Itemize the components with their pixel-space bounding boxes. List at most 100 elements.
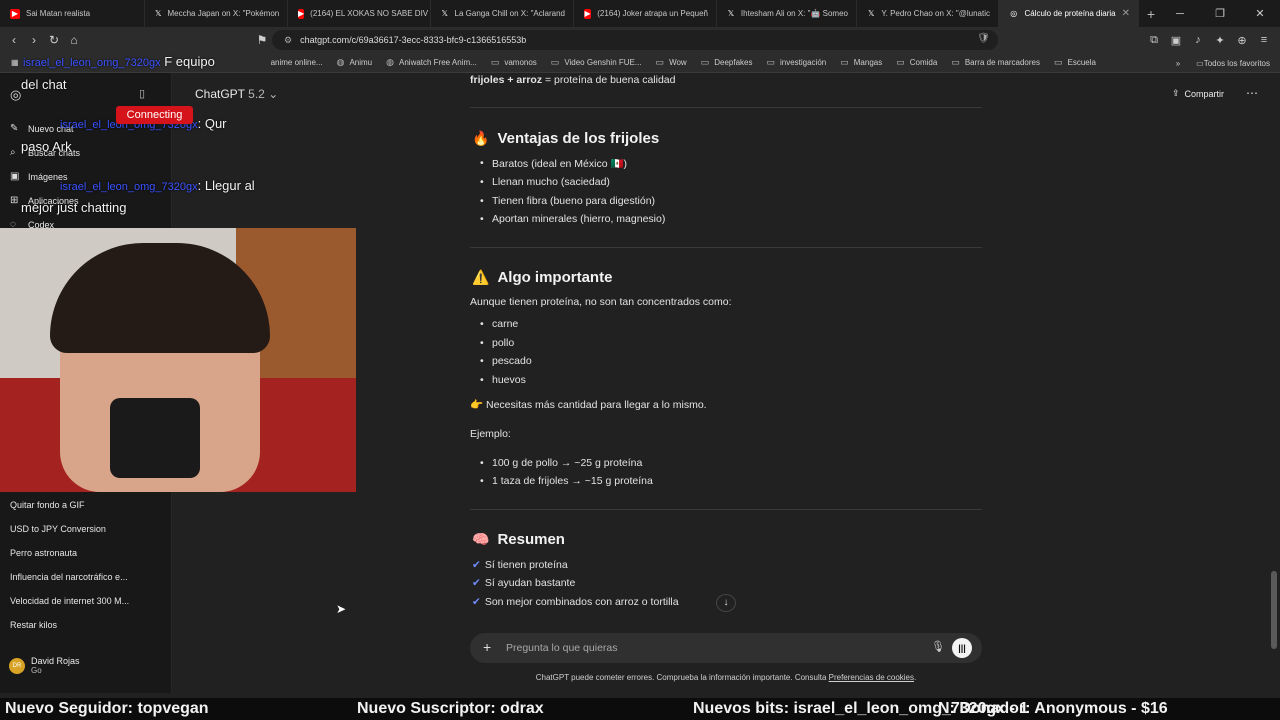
extension-icon[interactable]: ♪ [1188, 34, 1208, 46]
minimize-icon[interactable]: ─ [1160, 8, 1200, 20]
mouse-cursor-icon: ➤ [336, 602, 347, 616]
bookmark-item[interactable]: ▭ Video Genshin FUE... [544, 57, 649, 68]
check-item: ✔ Sí ayudan bastante [472, 577, 576, 589]
bookmark-item[interactable]: ▭ Deepfakes [694, 57, 760, 68]
checkmark-icon: ✔ [472, 577, 481, 589]
connecting-badge: Connecting [116, 106, 193, 124]
bookmark-item[interactable]: ▭ vamonos [484, 57, 544, 68]
model-selector[interactable]: ChatGPT 5.2 ⌄ [195, 87, 278, 101]
bookmark-item[interactable]: ◍ Animu [330, 57, 380, 68]
extensions-area: ⧉ ▣ ♪ ✦ ⊕ ≡ [1144, 27, 1274, 53]
stream-chat-line: mejor just chatting [21, 200, 127, 215]
list-item: pescado [480, 355, 532, 367]
all-bookmarks[interactable]: » ▭ Todos los favoritos [1176, 53, 1270, 73]
divider [470, 247, 982, 248]
voice-mode-button[interactable]: ||| [952, 638, 972, 658]
stream-chat-line: israel_el_leon_omg_7320gx F equipo [23, 54, 215, 69]
more-options-icon[interactable]: ⋯ [1246, 86, 1258, 100]
bookmark-item[interactable]: ▭ Mangas [833, 57, 889, 68]
chat-history-item[interactable]: Restar kilos [10, 620, 57, 630]
scrollbar-thumb[interactable] [1271, 571, 1277, 649]
browser-tab-active[interactable]: ◎ Cálculo de proteína diaria ✕ [999, 0, 1139, 27]
bookmark-item[interactable]: ▭ Escuela [1047, 57, 1103, 68]
scroll-to-bottom-button[interactable]: ↓ [716, 594, 736, 612]
folder-icon: ▭ [840, 57, 849, 67]
checkmark-icon: ✔ [472, 559, 481, 571]
brave-shield-icon[interactable]: 🛡 [977, 33, 990, 44]
chat-history-item[interactable]: Perro astronauta [10, 548, 77, 558]
chat-history-item[interactable]: USD to JPY Conversion [10, 524, 106, 534]
browser-tab[interactable]: ▶ (2164) EL XOKAS NO SABE DIV [288, 0, 431, 27]
window-controls: ─ ❐ ✕ [1160, 0, 1280, 27]
chatgpt-logo-icon[interactable]: ◎ [10, 87, 21, 103]
close-tab-icon[interactable]: ✕ [1122, 8, 1130, 19]
browser-tab[interactable]: ▶ (2164) Joker atrapa un Pequeñ [574, 0, 717, 27]
avatar: DR [9, 657, 25, 674]
message-line: frijoles + arroz = proteína de buena cal… [470, 74, 676, 86]
url-field[interactable]: ⚙ chatgpt.com/c/69a36617-3ecc-8333-bfc9-… [272, 30, 998, 50]
cookie-preferences-link[interactable]: Preferencias de cookies [829, 673, 914, 682]
sidebar-toggle-icon[interactable]: ▯ [139, 87, 145, 100]
back-icon[interactable]: ‹ [4, 33, 24, 47]
extension-icon[interactable]: ⧉ [1144, 34, 1164, 47]
chevron-right-icon: » [1175, 58, 1181, 68]
browser-tab[interactable]: ▶ Sai Matan realista [0, 0, 145, 27]
share-icon: ⇪ [1172, 88, 1180, 98]
prompt-input[interactable]: Pregunta lo que quieras [506, 642, 618, 654]
x-icon: 𝕏 [441, 8, 448, 18]
chevron-down-icon: ⌄ [268, 87, 279, 101]
bookmark-item[interactable]: ▭ Wow [649, 57, 694, 68]
image-icon: ▣ [10, 171, 20, 182]
bookmark-item[interactable]: ◍ Aniwatch Free Anim... [379, 57, 484, 68]
page-scrollbar[interactable] [1270, 73, 1278, 693]
site-info-icon[interactable]: ⚙ [284, 35, 292, 46]
youtube-icon: ▶ [584, 8, 592, 19]
bookmark-page-icon[interactable]: ⚑ [252, 33, 272, 47]
bookmark-item[interactable]: ▭ investigación [759, 57, 833, 68]
folder-icon: ▭ [490, 57, 500, 67]
images-button[interactable]: ▣ Imágenes [10, 171, 68, 182]
extension-icon[interactable]: ▣ [1166, 34, 1186, 47]
disclaimer: ChatGPT puede cometer errores. Comprueba… [535, 673, 917, 682]
folder-icon: ▭ [951, 57, 960, 67]
attach-plus-icon[interactable]: + [483, 639, 491, 655]
extension-icon[interactable]: ⊕ [1232, 34, 1252, 47]
folder-icon: ▭ [700, 57, 710, 67]
globe-icon: ◍ [386, 57, 394, 67]
browser-tab[interactable]: 𝕏 La Ganga Chill on X: "Aclarand [431, 0, 574, 27]
home-icon[interactable]: ⌂ [64, 33, 84, 47]
microphone-icon[interactable]: 🎙 [931, 640, 945, 653]
browser-tab[interactable]: 𝕏 Y. Pedro Chao on X: "@lunatic [857, 0, 999, 27]
list-item: carne [480, 318, 518, 330]
check-item: ✔ Sí tienen proteína [472, 559, 568, 571]
share-button[interactable]: ⇪ Compartir [1172, 88, 1224, 99]
forward-icon[interactable]: › [24, 33, 44, 47]
chat-history-item[interactable]: Influencia del narcotráfico e... [10, 572, 128, 582]
globe-icon: ◍ [336, 57, 345, 67]
browser-tab[interactable]: 𝕏 Meccha Japan on X: "Pokémon [145, 0, 288, 27]
folder-icon: ▭ [896, 57, 905, 67]
prompt-composer: + Pregunta lo que quieras 🎙 ||| [470, 633, 982, 663]
address-bar-row: ‹ › ↻ ⌂ ⚑ ⚙ chatgpt.com/c/69a36617-3ecc-… [0, 27, 1280, 53]
browser-tab-bar: ▶ Sai Matan realista 𝕏 Meccha Japan on X: … [0, 0, 1280, 27]
stream-chat-line: del chat [21, 77, 67, 92]
browser-tab[interactable]: 𝕏 Ihtesham Ali on X: "🤖 Someo [717, 0, 857, 27]
list-item: huevos [480, 374, 526, 386]
reload-icon[interactable]: ↻ [44, 33, 64, 47]
maximize-icon[interactable]: ❐ [1200, 7, 1240, 20]
bookmark-item[interactable]: ▭ Comida [889, 57, 944, 68]
folder-icon: ▭ [766, 57, 775, 67]
paragraph: Aunque tienen proteína, no son tan conce… [470, 296, 732, 308]
chat-history-item[interactable]: Quitar fondo a GIF [10, 500, 85, 510]
chat-history-item[interactable]: Velocidad de internet 300 M... [10, 596, 129, 606]
list-item: 100 g de pollo → ~25 g proteína [480, 457, 642, 469]
bookmark-item[interactable]: anime online... [264, 58, 330, 67]
folder-icon: ▭ [1196, 58, 1204, 68]
youtube-icon: ▶ [10, 8, 20, 19]
bookmark-item[interactable]: ▭ Barra de marcadores [944, 57, 1047, 68]
close-window-icon[interactable]: ✕ [1240, 7, 1280, 20]
menu-icon[interactable]: ≡ [1254, 34, 1274, 46]
x-icon: 𝕏 [155, 8, 162, 18]
stream-chat-line: paso Ark [21, 139, 72, 154]
extension-icon[interactable]: ✦ [1210, 34, 1230, 47]
